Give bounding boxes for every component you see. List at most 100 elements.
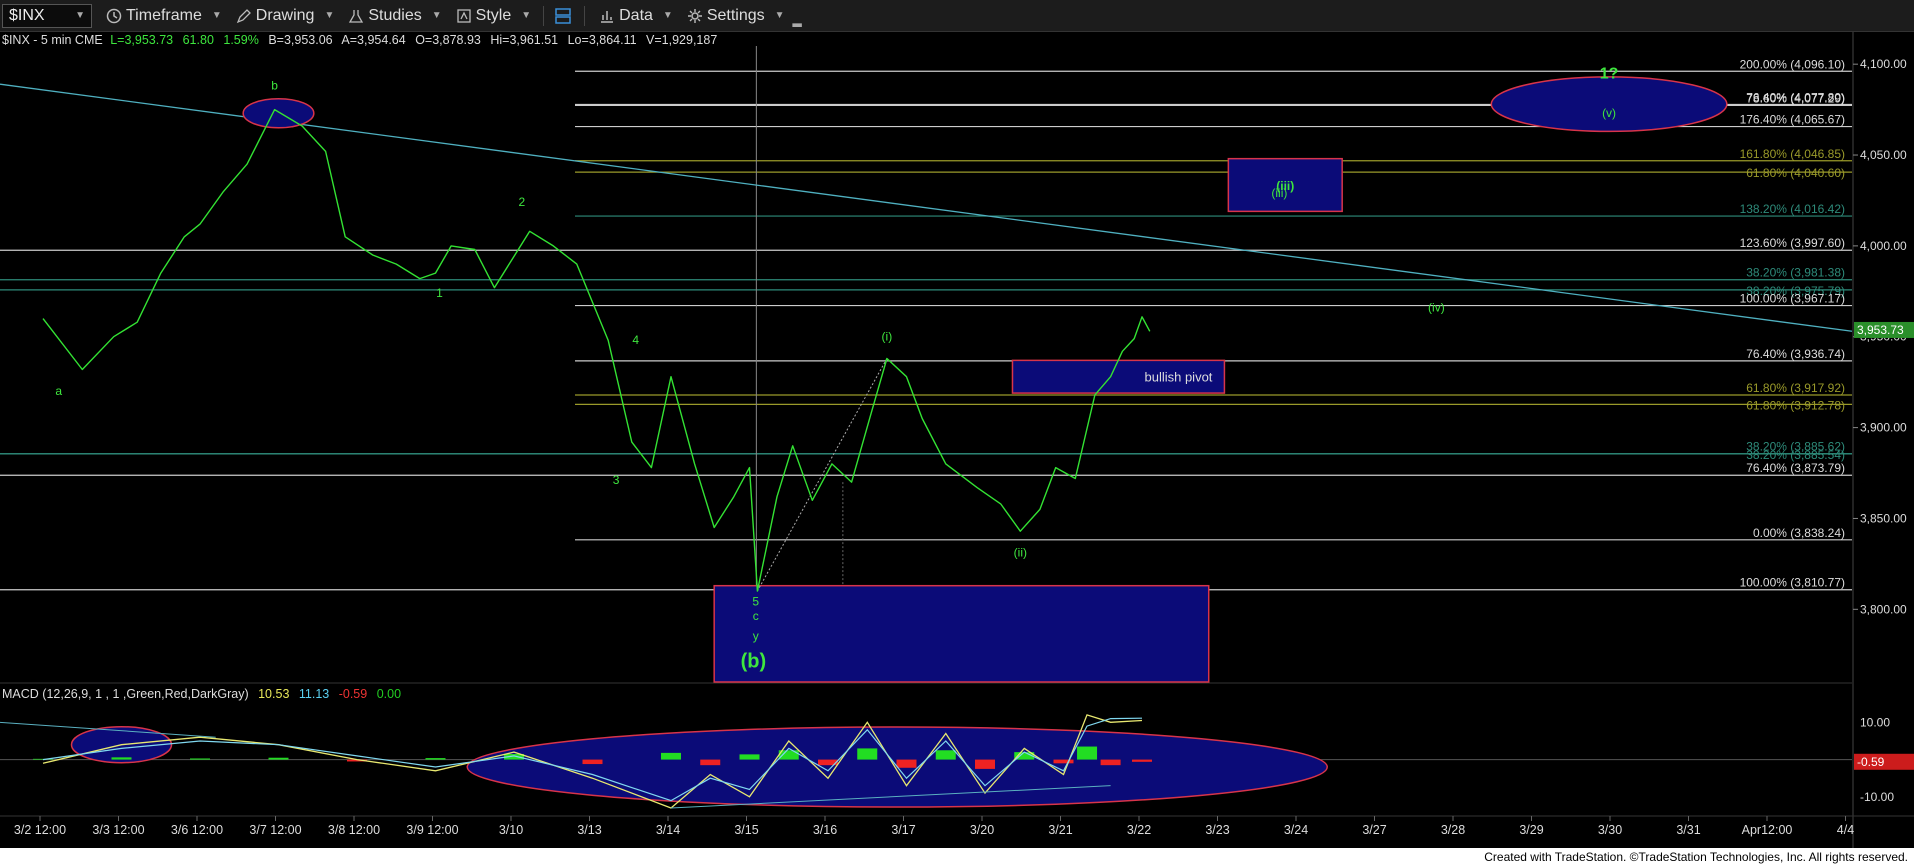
macd-axis-label: 10.00 <box>1860 715 1890 729</box>
x-axis-tick-label: 3/24 <box>1284 823 1308 837</box>
fib-level-label: 100.00% (3,810.77) <box>1740 576 1845 590</box>
wave-label: a <box>55 384 62 398</box>
fib-level-label: 76.40% (3,936.74) <box>1746 347 1845 361</box>
macd-value: 10.53 <box>258 687 290 701</box>
macd-diff-value: -0.59 <box>338 687 368 701</box>
macd-axis-label: -10.00 <box>1860 790 1894 804</box>
macd-signal-value: 11.13 <box>298 687 330 701</box>
net-change: 61.80 <box>182 33 214 47</box>
x-axis-tick-label: 3/2 12:00 <box>14 823 66 837</box>
annotation-box <box>713 584 1210 683</box>
fib-level-label: 78.60% (4,077.29) <box>1746 91 1845 105</box>
x-axis-tick-label: 3/8 12:00 <box>328 823 380 837</box>
wave-label: 3 <box>613 473 620 487</box>
fib-level-label: 176.40% (4,065.67) <box>1740 113 1845 127</box>
volume: V=1,929,187 <box>646 33 718 47</box>
x-axis-tick-label: 3/28 <box>1441 823 1465 837</box>
footer-credit: Created with TradeStation. ©TradeStation… <box>0 848 1914 866</box>
price-chart[interactable]: 200.00% (4,096.10)76.40% (4,077.80)78.60… <box>0 0 1914 848</box>
macd-zero-value: 0.00 <box>376 687 402 701</box>
macd-histogram-bar <box>1077 746 1098 760</box>
macd-legend: MACD (12,26,9, 1 , 1 ,Green,Red,DarkGray… <box>2 687 407 701</box>
x-axis-tick-label: Apr12:00 <box>1742 823 1793 837</box>
symbol-description: $INX - 5 min CME <box>2 33 103 47</box>
x-axis-tick-label: 3/14 <box>656 823 680 837</box>
open-price: O=3,878.93 <box>415 33 481 47</box>
x-axis-tick-label: 3/6 12:00 <box>171 823 223 837</box>
symbol-info-line: $INX - 5 min CME L=3,953.73 61.80 1.59% … <box>2 33 723 47</box>
macd-histogram-bar <box>935 750 956 760</box>
ask-price: A=3,954.64 <box>341 33 406 47</box>
macd-histogram-bar <box>975 759 995 769</box>
x-axis-tick-label: 4/4 <box>1837 823 1854 837</box>
wave-label: c <box>753 609 759 623</box>
macd-histogram-bar <box>661 752 681 760</box>
wave-label: y <box>753 629 759 643</box>
macd-histogram-bar <box>700 759 721 766</box>
wave-label: (b) <box>741 650 767 672</box>
price-series-line <box>42 108 1151 592</box>
macd-label: MACD (12,26,9, 1 , 1 ,Green,Red,DarkGray… <box>2 687 249 701</box>
macd-histogram-bar <box>268 757 289 760</box>
x-axis-tick-label: 3/31 <box>1676 823 1700 837</box>
wave-label: b <box>271 79 278 93</box>
macd-histogram-bar <box>896 759 917 768</box>
x-axis-tick-label: 3/10 <box>499 823 523 837</box>
fib-level-label: 61.80% (3,912.78) <box>1746 398 1845 412</box>
macd-histogram-bar <box>1053 759 1074 764</box>
fib-level-label: 138.20% (4,016.42) <box>1740 202 1845 216</box>
macd-current-value: -0.59 <box>1857 755 1885 769</box>
x-axis-tick-label: 3/29 <box>1519 823 1543 837</box>
y-axis-tick-label: 3,800.00 <box>1860 602 1907 616</box>
fib-level-label: 0.00% (3,838.24) <box>1753 526 1845 540</box>
y-axis-tick-label: 3,900.00 <box>1860 421 1907 435</box>
fib-level-label: 38.20% (3,885.54) <box>1746 448 1845 462</box>
pct-change: 1.59% <box>223 33 259 47</box>
y-axis-tick-label: 4,100.00 <box>1860 57 1907 71</box>
x-axis-tick-label: 3/20 <box>970 823 994 837</box>
macd-histogram-bar <box>425 758 446 760</box>
y-axis-tick-label: 4,000.00 <box>1860 239 1907 253</box>
last-price: L=3,953.73 <box>110 33 174 47</box>
macd-histogram-bar <box>582 759 603 765</box>
x-axis-tick-label: 3/23 <box>1205 823 1229 837</box>
x-axis-tick-label: 3/16 <box>813 823 837 837</box>
x-axis-tick-label: 3/3 12:00 <box>92 823 144 837</box>
wave-label: 2 <box>519 195 526 209</box>
fib-level-label: 61.80% (4,040.60) <box>1746 166 1845 180</box>
x-axis-tick-label: 3/9 12:00 <box>406 823 458 837</box>
x-axis-tick-label: 3/7 12:00 <box>249 823 301 837</box>
x-axis-tick-label: 3/17 <box>891 823 915 837</box>
box-label: bullish pivot <box>1144 370 1212 385</box>
fib-level-label: 38.20% (3,981.38) <box>1746 266 1845 280</box>
bid-price: B=3,953.06 <box>268 33 333 47</box>
fib-level-label: 100.00% (3,967.17) <box>1740 292 1845 306</box>
y-axis-tick-label: 3,850.00 <box>1860 511 1907 525</box>
high-price: Hi=3,961.51 <box>490 33 559 47</box>
current-price-value: 3,953.73 <box>1857 323 1904 337</box>
wave-label: 1 <box>436 286 443 300</box>
wave-label: (i) <box>882 329 893 343</box>
macd-histogram-bar <box>1100 759 1121 766</box>
wave-label: 1? <box>1600 66 1619 83</box>
wave-label: (v) <box>1602 106 1616 120</box>
x-axis-tick-label: 3/27 <box>1362 823 1386 837</box>
x-axis-tick-label: 3/30 <box>1598 823 1622 837</box>
macd-histogram-bar <box>857 748 878 760</box>
wave-label: (iv) <box>1428 300 1445 314</box>
fib-level-label: 161.80% (4,046.85) <box>1740 147 1845 161</box>
annotation-ellipse <box>1490 76 1728 133</box>
macd-histogram-bar <box>111 757 132 760</box>
y-axis-tick-label: 4,050.00 <box>1860 148 1907 162</box>
wave-label: (ii) <box>1014 546 1027 560</box>
fib-level-label: 123.60% (3,997.60) <box>1740 236 1845 250</box>
x-axis-tick-label: 3/13 <box>577 823 601 837</box>
x-axis-tick-label: 3/15 <box>734 823 758 837</box>
fib-level-label: 76.40% (3,873.79) <box>1746 461 1845 475</box>
x-axis-tick-label: 3/21 <box>1048 823 1072 837</box>
macd-histogram-bar <box>739 754 760 760</box>
low-price: Lo=3,864.11 <box>567 33 637 47</box>
macd-histogram-bar <box>1132 759 1152 762</box>
x-axis-tick-label: 3/22 <box>1127 823 1151 837</box>
wave-label: (iii) <box>1271 186 1287 200</box>
